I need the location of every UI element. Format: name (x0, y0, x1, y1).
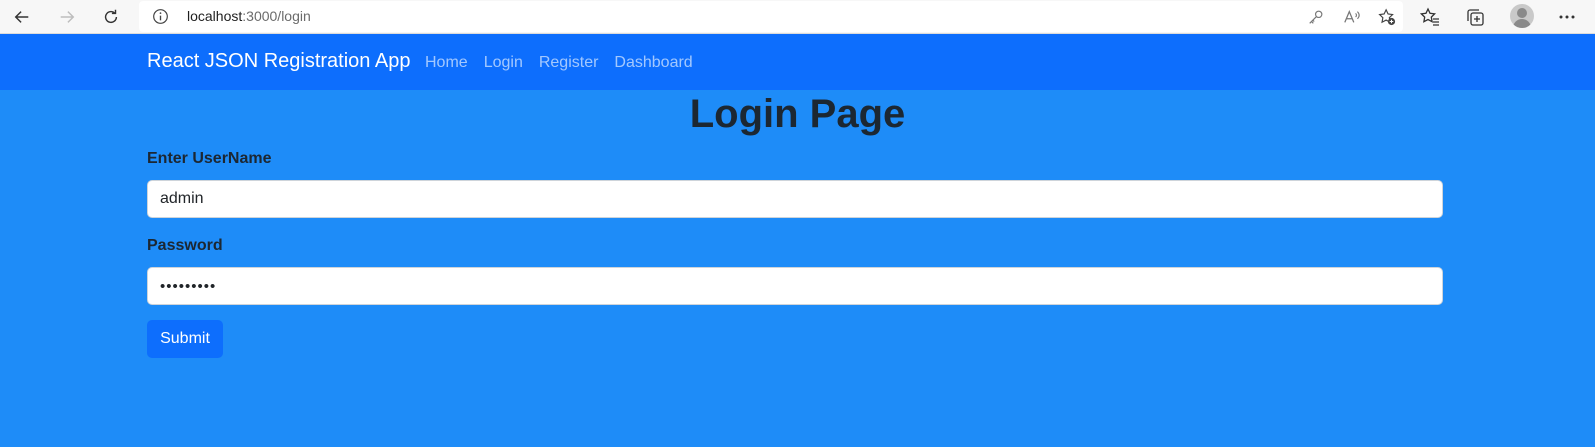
url-text[interactable]: localhost:3000/login (187, 8, 311, 24)
url-path: :3000/login (242, 8, 311, 24)
favorites-button[interactable] (1418, 5, 1442, 29)
navbar-brand[interactable]: React JSON Registration App (147, 50, 410, 73)
nav-link-register[interactable]: Register (539, 54, 599, 72)
password-label: Password (147, 237, 223, 254)
arrow-right-icon (60, 11, 75, 23)
info-icon[interactable] (152, 8, 169, 25)
username-label: Enter UserName (147, 150, 272, 167)
nav-link-home[interactable]: Home (425, 54, 468, 72)
nav-links: Home Login Register Dashboard (425, 54, 693, 72)
address-bar[interactable]: localhost:3000/login (139, 1, 1403, 32)
star-plus-icon (1378, 8, 1396, 26)
app-navbar: React JSON Registration App Home Login R… (0, 34, 1595, 90)
more-dots-icon (1559, 15, 1575, 19)
avatar-head (1517, 8, 1527, 18)
submit-button[interactable]: Submit (147, 320, 223, 358)
key-button[interactable] (1306, 7, 1326, 27)
nav-link-dashboard[interactable]: Dashboard (614, 54, 692, 72)
page-title: Login Page (689, 92, 906, 136)
more-button[interactable] (1555, 5, 1579, 29)
refresh-icon (104, 9, 118, 24)
nav-link-login[interactable]: Login (484, 54, 523, 72)
read-aloud-button[interactable] (1342, 7, 1362, 27)
password-input[interactable] (147, 267, 1443, 305)
browser-toolbar: localhost:3000/login (0, 0, 1595, 34)
add-favorite-button[interactable] (1377, 7, 1397, 27)
username-input[interactable] (147, 180, 1443, 218)
read-aloud-icon (1344, 9, 1360, 23)
avatar-body (1513, 19, 1531, 28)
back-button[interactable] (8, 3, 36, 31)
url-host: localhost (187, 8, 243, 24)
collections-button[interactable] (1463, 5, 1487, 29)
key-icon (1309, 10, 1323, 24)
avatar[interactable] (1510, 4, 1534, 28)
arrow-left-icon (14, 11, 29, 23)
refresh-button[interactable] (97, 3, 125, 31)
collections-icon (1467, 9, 1484, 26)
forward-button[interactable] (53, 3, 81, 31)
favorites-icon (1420, 7, 1439, 26)
